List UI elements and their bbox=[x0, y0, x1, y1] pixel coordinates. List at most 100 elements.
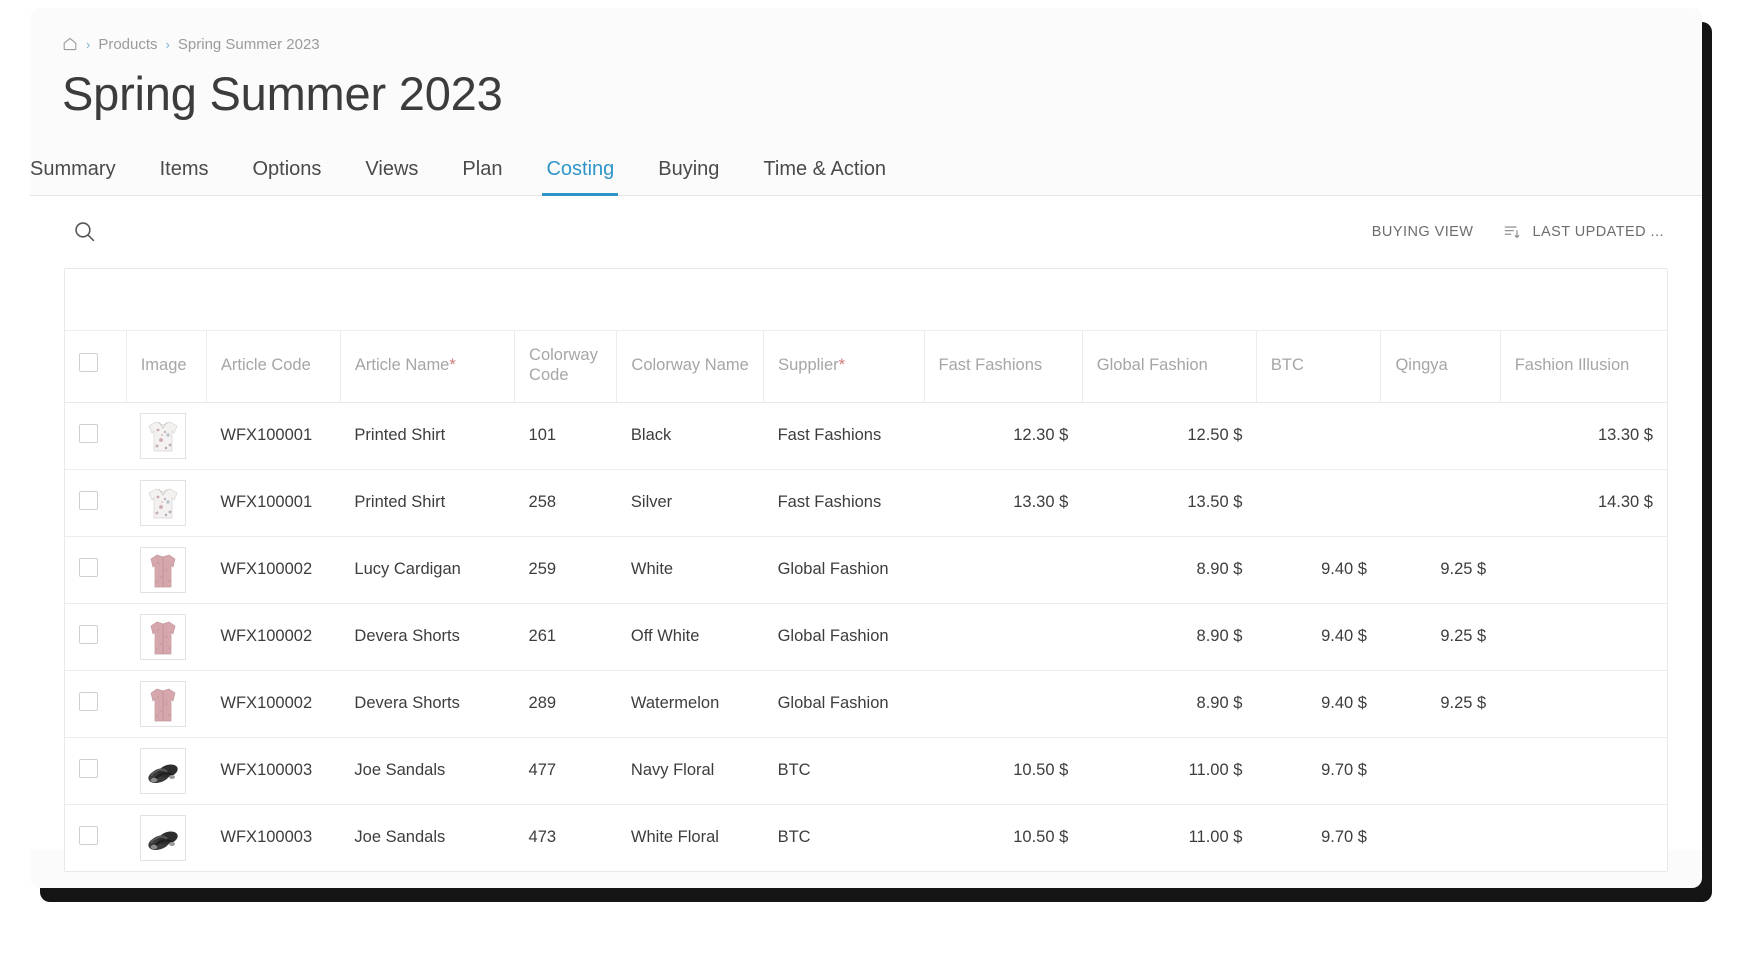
table-row[interactable]: WFX100002 Devera Shorts 261 Off White Global… bbox=[65, 603, 1667, 671]
row-supplier[interactable]: Global Fashion bbox=[763, 670, 924, 738]
row-price-fashion-illusion[interactable] bbox=[1500, 603, 1667, 671]
table-row[interactable]: WFX100001 Printed Shirt 258 Silver Fast Fash… bbox=[65, 469, 1667, 537]
tab-options[interactable]: Options bbox=[230, 158, 343, 195]
row-checkbox[interactable] bbox=[79, 423, 98, 443]
row-price-global-fashion[interactable]: 13.50 $ bbox=[1082, 469, 1257, 537]
table-row[interactable]: WFX100003 Joe Sandals 477 Navy Floral BTC 10.… bbox=[65, 737, 1667, 805]
row-price-btc[interactable]: 9.70 $ bbox=[1256, 804, 1381, 871]
last-updated-sort-button[interactable]: LAST UPDATED ... bbox=[1503, 223, 1664, 241]
row-price-fashion-illusion[interactable]: 13.30 $ bbox=[1500, 402, 1667, 470]
row-article-name[interactable]: Devera Shorts bbox=[340, 603, 515, 671]
row-price-qingya[interactable]: 9.25 $ bbox=[1380, 536, 1501, 604]
row-price-fast-fashions[interactable]: 12.30 $ bbox=[924, 402, 1083, 470]
row-checkbox[interactable] bbox=[79, 825, 98, 845]
row-price-global-fashion[interactable]: 8.90 $ bbox=[1082, 536, 1257, 604]
header-supplier-fast-fashions[interactable]: Fast Fashions bbox=[923, 330, 1083, 403]
header-article-name[interactable]: Article Name* bbox=[339, 330, 515, 403]
breadcrumb-item-products[interactable]: Products bbox=[98, 36, 157, 53]
row-price-fashion-illusion[interactable] bbox=[1500, 536, 1667, 604]
row-colorway-name[interactable]: Black bbox=[616, 402, 764, 470]
header-supplier-global-fashion[interactable]: Global Fashion bbox=[1081, 330, 1257, 403]
row-price-btc[interactable] bbox=[1256, 402, 1381, 470]
header-article-code[interactable]: Article Code bbox=[205, 330, 341, 403]
row-price-fast-fashions[interactable]: 10.50 $ bbox=[924, 804, 1083, 871]
row-price-qingya[interactable] bbox=[1380, 737, 1501, 805]
row-price-global-fashion[interactable]: 11.00 $ bbox=[1082, 737, 1257, 805]
header-supplier[interactable]: Supplier* bbox=[763, 330, 924, 403]
row-price-qingya[interactable] bbox=[1380, 469, 1501, 537]
header-supplier-btc[interactable]: BTC bbox=[1255, 330, 1381, 403]
row-article-code[interactable]: WFX100001 bbox=[206, 402, 341, 470]
header-image[interactable]: Image bbox=[125, 330, 207, 403]
search-icon[interactable] bbox=[68, 216, 100, 248]
row-checkbox[interactable] bbox=[79, 557, 98, 577]
header-supplier-qingya[interactable]: Qingya bbox=[1380, 330, 1501, 403]
row-colorway-name[interactable]: White Floral bbox=[616, 804, 764, 871]
row-colorway-name[interactable]: Off White bbox=[616, 603, 764, 671]
row-price-qingya[interactable]: 9.25 $ bbox=[1380, 603, 1501, 671]
row-article-code[interactable]: WFX100003 bbox=[206, 804, 341, 871]
row-price-btc[interactable] bbox=[1256, 469, 1381, 537]
row-article-code[interactable]: WFX100001 bbox=[206, 469, 341, 537]
row-article-code[interactable]: WFX100002 bbox=[206, 536, 341, 604]
row-supplier[interactable]: Global Fashion bbox=[763, 536, 924, 604]
table-row[interactable]: WFX100002 Lucy Cardigan 259 White Global Fas… bbox=[65, 536, 1667, 604]
tab-views[interactable]: Views bbox=[343, 158, 440, 195]
row-colorway-name[interactable]: Navy Floral bbox=[616, 737, 764, 805]
row-colorway-code[interactable]: 473 bbox=[514, 804, 617, 871]
table-row[interactable]: WFX100001 Printed Shirt 101 Black Fast Fashi… bbox=[65, 402, 1667, 470]
row-price-qingya[interactable]: 9.25 $ bbox=[1380, 670, 1501, 738]
row-supplier[interactable]: Fast Fashions bbox=[763, 469, 924, 537]
header-supplier-fashion-illusion[interactable]: Fashion Illusion bbox=[1499, 330, 1667, 403]
row-colorway-name[interactable]: Silver bbox=[616, 469, 764, 537]
tab-buying[interactable]: Buying bbox=[636, 158, 741, 195]
sandals-thumbnail[interactable] bbox=[140, 747, 187, 794]
row-price-fast-fashions[interactable] bbox=[924, 536, 1083, 604]
row-colorway-name[interactable]: Watermelon bbox=[616, 670, 764, 738]
filter-strip[interactable] bbox=[65, 268, 1667, 331]
sandals-thumbnail[interactable] bbox=[140, 814, 187, 861]
row-article-code[interactable]: WFX100002 bbox=[206, 603, 341, 671]
row-supplier[interactable]: Fast Fashions bbox=[763, 402, 924, 470]
row-article-name[interactable]: Printed Shirt bbox=[340, 402, 515, 470]
row-article-name[interactable]: Joe Sandals bbox=[340, 737, 515, 805]
row-price-qingya[interactable] bbox=[1380, 804, 1501, 871]
row-article-code[interactable]: WFX100002 bbox=[206, 670, 341, 738]
row-article-name[interactable]: Devera Shorts bbox=[340, 670, 515, 738]
cardigan-thumbnail[interactable] bbox=[140, 613, 187, 660]
row-price-fashion-illusion[interactable] bbox=[1500, 670, 1667, 738]
home-icon[interactable] bbox=[62, 36, 78, 52]
row-price-btc[interactable]: 9.40 $ bbox=[1256, 536, 1381, 604]
row-checkbox[interactable] bbox=[79, 691, 98, 711]
row-article-name[interactable]: Lucy Cardigan bbox=[340, 536, 515, 604]
header-colorway-name[interactable]: Colorway Name bbox=[616, 330, 764, 403]
row-colorway-code[interactable]: 259 bbox=[514, 536, 617, 604]
tab-costing[interactable]: Costing bbox=[524, 158, 636, 196]
shirt-thumbnail[interactable] bbox=[140, 412, 187, 459]
row-article-code[interactable]: WFX100003 bbox=[206, 737, 341, 805]
row-price-fast-fashions[interactable]: 13.30 $ bbox=[924, 469, 1083, 537]
cardigan-thumbnail[interactable] bbox=[140, 680, 187, 727]
tab-plan[interactable]: Plan bbox=[440, 158, 524, 195]
row-price-fashion-illusion[interactable] bbox=[1500, 804, 1667, 871]
row-price-btc[interactable]: 9.70 $ bbox=[1256, 737, 1381, 805]
tab-items[interactable]: Items bbox=[138, 158, 231, 195]
row-colorway-code[interactable]: 477 bbox=[514, 737, 617, 805]
row-supplier[interactable]: BTC bbox=[763, 737, 924, 805]
shirt-thumbnail[interactable] bbox=[140, 479, 187, 526]
table-row[interactable]: WFX100003 Joe Sandals 473 White Floral BTC 10… bbox=[65, 804, 1667, 871]
header-colorway-code[interactable]: Colorway Code bbox=[514, 330, 617, 403]
table-row[interactable]: WFX100002 Devera Shorts 289 Watermelon Globa… bbox=[65, 670, 1667, 738]
buying-view-button[interactable]: BUYING VIEW bbox=[1372, 224, 1474, 240]
row-price-global-fashion[interactable]: 11.00 $ bbox=[1082, 804, 1257, 871]
row-supplier[interactable]: Global Fashion bbox=[763, 603, 924, 671]
select-all-checkbox[interactable] bbox=[79, 353, 98, 372]
row-colorway-name[interactable]: White bbox=[616, 536, 764, 604]
row-colorway-code[interactable]: 289 bbox=[514, 670, 617, 738]
row-price-global-fashion[interactable]: 12.50 $ bbox=[1082, 402, 1257, 470]
row-price-global-fashion[interactable]: 8.90 $ bbox=[1082, 603, 1257, 671]
tab-summary[interactable]: Summary bbox=[30, 158, 138, 195]
row-checkbox[interactable] bbox=[79, 624, 98, 644]
tab-time-and-action[interactable]: Time & Action bbox=[741, 158, 908, 195]
row-price-btc[interactable]: 9.40 $ bbox=[1256, 670, 1381, 738]
